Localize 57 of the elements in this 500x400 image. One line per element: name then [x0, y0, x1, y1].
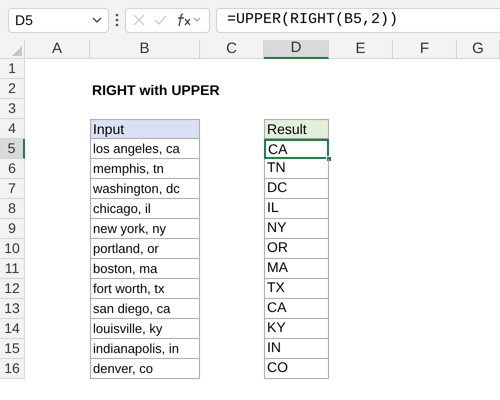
formula-bar[interactable]: =UPPER(RIGHT(B5,2))	[216, 8, 500, 32]
row-header[interactable]: 2	[0, 79, 25, 99]
row-header[interactable]: 14	[0, 319, 25, 339]
table-cell: memphis, tn	[90, 159, 200, 179]
table-cell: san diego, ca	[90, 299, 200, 319]
column-header[interactable]: C	[200, 40, 264, 59]
table-cell[interactable]: MA	[264, 259, 329, 279]
table-cell: boston, ma	[90, 259, 200, 279]
row-header[interactable]: 9	[0, 219, 25, 239]
name-box[interactable]: D5	[8, 8, 109, 32]
column-header[interactable]: D	[264, 40, 329, 59]
table-cell: louisville, ky	[90, 319, 200, 339]
table-cell: fort worth, tx	[90, 279, 200, 299]
table-cell[interactable]: KY	[264, 319, 329, 339]
chevron-down-icon	[92, 17, 102, 23]
table-cell: portland, or	[90, 239, 200, 259]
table-cell[interactable]: CA	[264, 299, 329, 319]
fill-handle[interactable]	[326, 156, 332, 162]
column-header[interactable]: F	[393, 40, 457, 59]
more-options-icon[interactable]	[115, 13, 119, 27]
table-cell[interactable]: IL	[264, 199, 329, 219]
row-header[interactable]: 11	[0, 259, 25, 279]
table-cell: denver, co	[90, 359, 200, 379]
table-cell: new york, ny	[90, 219, 200, 239]
sheet-title: RIGHT with UPPER	[92, 81, 220, 100]
row-header[interactable]: 12	[0, 279, 25, 299]
row-header[interactable]: 15	[0, 339, 25, 359]
column-header[interactable]: E	[329, 40, 393, 59]
table-header: Result	[264, 119, 329, 139]
row-header[interactable]: 3	[0, 99, 25, 119]
table-cell: los angeles, ca	[90, 139, 200, 159]
row-header[interactable]: 8	[0, 199, 25, 219]
table-cell[interactable]: CA	[264, 139, 329, 159]
table-cell[interactable]: CO	[264, 359, 329, 379]
table-header: Input	[90, 119, 200, 139]
column-header[interactable]: B	[90, 40, 200, 59]
table-cell[interactable]: OR	[264, 239, 329, 259]
table-cell: chicago, il	[90, 199, 200, 219]
table-cell[interactable]: IN	[264, 339, 329, 359]
column-header[interactable]: G	[457, 40, 500, 59]
row-header[interactable]: 10	[0, 239, 25, 259]
table-cell: washington, dc	[90, 179, 200, 199]
row-header[interactable]: 5	[0, 139, 25, 159]
row-header[interactable]: 1	[0, 59, 25, 79]
insert-function-icon[interactable]	[176, 13, 202, 27]
table-cell[interactable]: TX	[264, 279, 329, 299]
row-header[interactable]: 13	[0, 299, 25, 319]
row-header[interactable]: 4	[0, 119, 25, 139]
row-header[interactable]: 6	[0, 159, 25, 179]
table-cell[interactable]: NY	[264, 219, 329, 239]
table-cell[interactable]: TN	[264, 159, 329, 179]
row-header[interactable]: 16	[0, 359, 25, 379]
check-icon[interactable]	[154, 15, 167, 25]
table-cell[interactable]: DC	[264, 179, 329, 199]
row-header[interactable]: 7	[0, 179, 25, 199]
table-cell: indianapolis, in	[90, 339, 200, 359]
column-header[interactable]: A	[25, 40, 90, 59]
